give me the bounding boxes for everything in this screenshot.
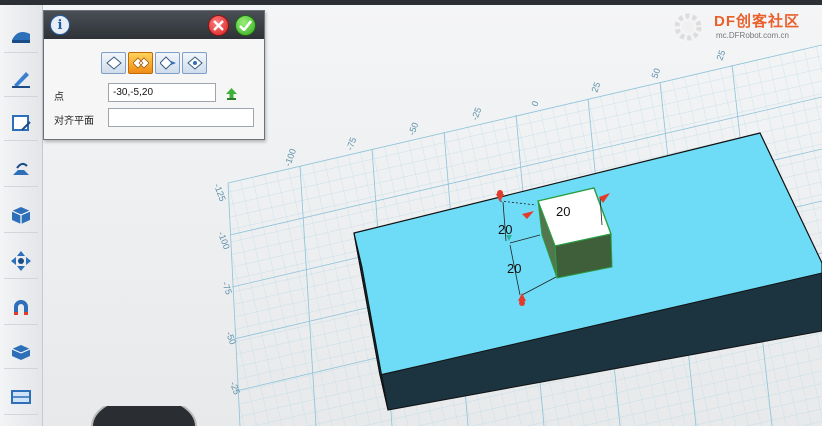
- dimension-label-height[interactable]: 20: [507, 261, 521, 276]
- toolbar-special-functions[interactable]: [4, 197, 38, 233]
- info-icon[interactable]: i: [50, 15, 70, 35]
- grid-label: -75: [344, 136, 358, 152]
- point-input[interactable]: -30,-5,20: [108, 83, 216, 102]
- align-plane-input[interactable]: [108, 108, 254, 127]
- align-mode-1-button[interactable]: [101, 52, 126, 74]
- dimension-label-width[interactable]: 20: [556, 204, 570, 219]
- grid-label: -75: [220, 280, 234, 296]
- toolbar-sketch-edit[interactable]: [4, 105, 38, 141]
- grid-label: 25: [589, 81, 602, 94]
- ok-button[interactable]: [235, 15, 256, 36]
- align-mode-3-button[interactable]: [155, 52, 180, 74]
- toolbar-grid[interactable]: [4, 379, 38, 415]
- diamond-center-icon: [186, 56, 203, 70]
- toolbar-sketch[interactable]: [4, 61, 38, 97]
- magnet-icon: [14, 299, 28, 315]
- grid-label: -125: [212, 182, 228, 202]
- grid-label: 0: [529, 100, 540, 108]
- move-icon: [11, 250, 31, 271]
- toolbar-basic-shapes[interactable]: [4, 17, 38, 53]
- diamond-icon: [105, 56, 122, 70]
- cancel-button[interactable]: [208, 15, 229, 36]
- basic-shapes-icon: [12, 31, 30, 43]
- special-functions-icon: [11, 206, 31, 224]
- toolbar-move[interactable]: [4, 243, 38, 279]
- material-icon: [11, 344, 31, 360]
- grid-label: -25: [469, 106, 483, 122]
- logo-subtitle: mc.DFRobot.com.cn: [716, 31, 789, 40]
- sketch-icon: [12, 71, 30, 88]
- view-cube-edge[interactable]: [90, 406, 200, 426]
- pick-point-icon: [226, 88, 237, 100]
- logo-text: DF创客社区: [714, 13, 800, 30]
- double-diamond-icon: [132, 57, 149, 69]
- align-mode-4-button[interactable]: [182, 52, 207, 74]
- toolbar-material[interactable]: [4, 333, 38, 369]
- df-logo: DF创客社区 mc.DFRobot.com.cn: [666, 6, 822, 46]
- check-icon: [239, 20, 252, 31]
- align-mode-2-button[interactable]: [128, 52, 153, 74]
- grid-label: -50: [406, 121, 420, 137]
- grid-label: 50: [649, 67, 662, 80]
- align-plane-label: 对齐平面: [54, 116, 94, 127]
- panel-header: i: [44, 11, 264, 39]
- left-toolbar: [0, 5, 43, 426]
- align-panel: i 点 -30,-5,20 对齐平面: [43, 10, 265, 140]
- sketch-edit-icon: [12, 114, 31, 131]
- toolbar-magnet[interactable]: [4, 289, 38, 325]
- point-label: 点: [54, 92, 64, 103]
- gear-logo-icon: [674, 13, 702, 41]
- grid-label: -100: [216, 230, 232, 250]
- toolbar-feature-ops[interactable]: [4, 151, 38, 187]
- grid-label: -100: [282, 147, 298, 167]
- cancel-icon: [213, 20, 224, 31]
- diamond-arrow-icon: [159, 56, 176, 70]
- dimension-label-depth[interactable]: 20: [498, 222, 512, 237]
- grid-icon: [11, 389, 31, 404]
- pick-point-button[interactable]: [225, 85, 238, 104]
- align-mode-group: [101, 52, 207, 74]
- feature-ops-icon: [13, 162, 29, 175]
